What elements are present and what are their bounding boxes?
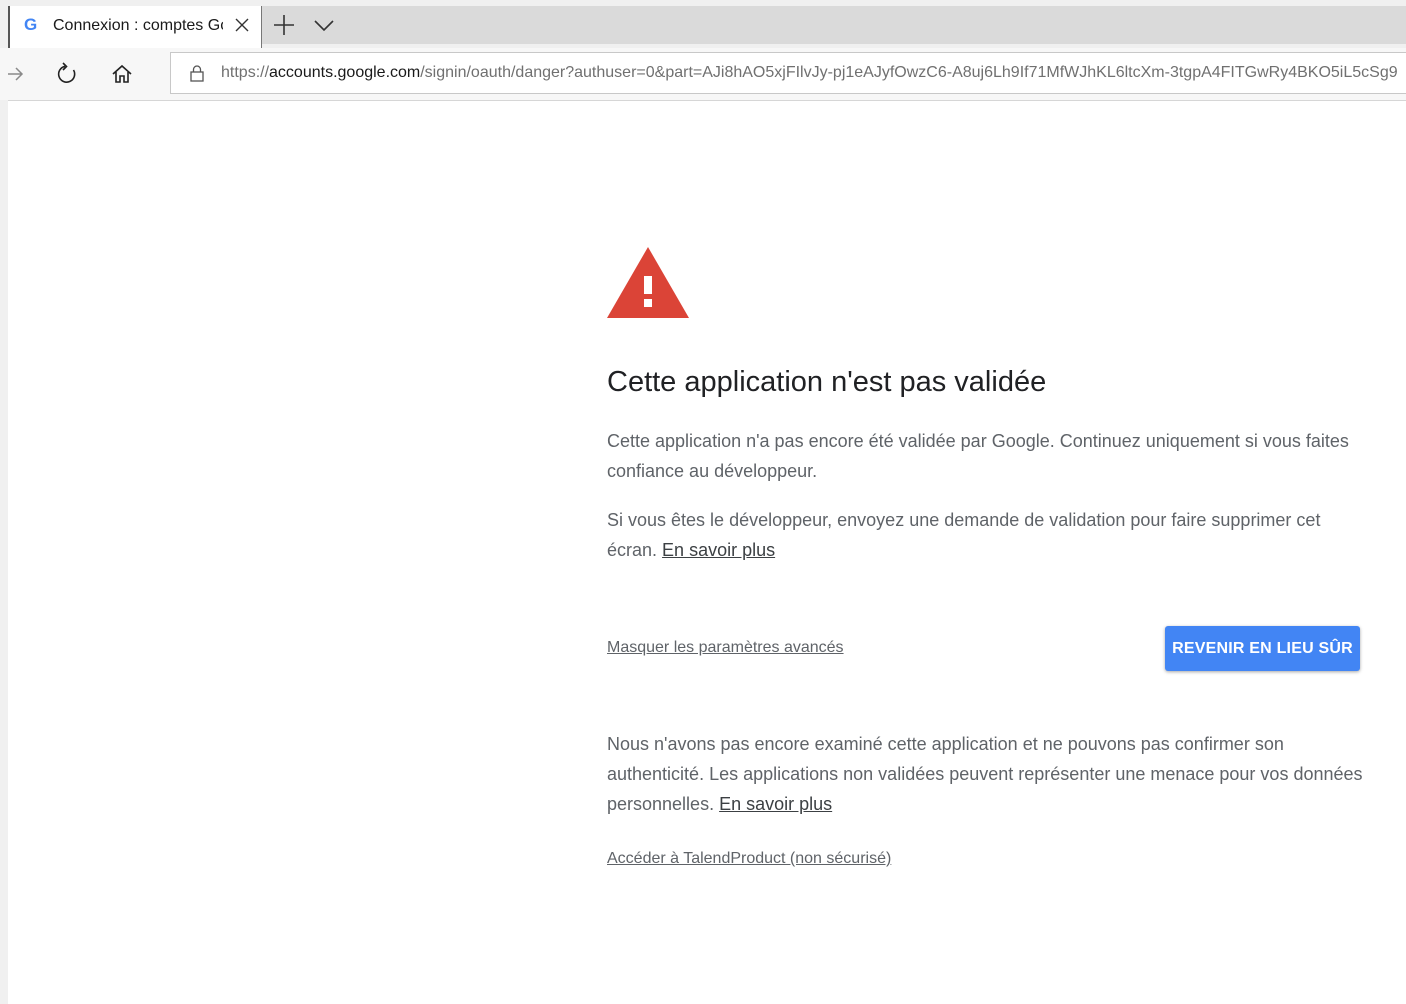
- url-path: /signin/oauth/danger?authuser=0&part=AJi…: [420, 64, 1398, 81]
- back-to-safety-button[interactable]: REVENIR EN LIEU SÛR: [1165, 626, 1360, 671]
- lock-icon: [189, 64, 205, 82]
- page-title: Cette application n'est pas validée: [607, 366, 1047, 398]
- tab-list-icon[interactable]: [310, 14, 338, 38]
- learn-more-link[interactable]: En savoir plus: [719, 794, 832, 814]
- url-host: accounts.google.com: [269, 64, 421, 81]
- address-bar[interactable]: https://accounts.google.com/signin/oauth…: [170, 52, 1406, 94]
- url-text: https://accounts.google.com/signin/oauth…: [221, 64, 1398, 81]
- refresh-icon[interactable]: [53, 60, 81, 88]
- forward-icon[interactable]: [2, 60, 30, 88]
- close-icon[interactable]: [234, 17, 250, 33]
- google-g-icon: G: [24, 15, 38, 34]
- learn-more-link[interactable]: En savoir plus: [662, 540, 775, 560]
- proceed-unsafe-link[interactable]: Accéder à TalendProduct (non sécurisé): [607, 850, 891, 868]
- developer-description: Si vous êtes le développeur, envoyez une…: [607, 510, 1321, 560]
- tab-title: Connexion : comptes Go: [53, 17, 223, 34]
- nav-bar: https://accounts.google.com/signin/oauth…: [0, 48, 1406, 101]
- new-tab-icon[interactable]: [270, 12, 298, 38]
- hide-advanced-link[interactable]: Masquer les paramètres avancés: [607, 639, 844, 657]
- warning-icon: [606, 246, 690, 320]
- browser-window: G Connexion : comptes Go https://account…: [0, 0, 1406, 1004]
- risk-description: Nous n'avons pas encore examiné cette ap…: [607, 734, 1363, 814]
- tab-strip: G Connexion : comptes Go: [0, 0, 1406, 48]
- unverified-description: Cette application n'a pas encore été val…: [607, 431, 1349, 481]
- home-icon[interactable]: [108, 60, 136, 88]
- tab-active[interactable]: G Connexion : comptes Go: [8, 6, 262, 48]
